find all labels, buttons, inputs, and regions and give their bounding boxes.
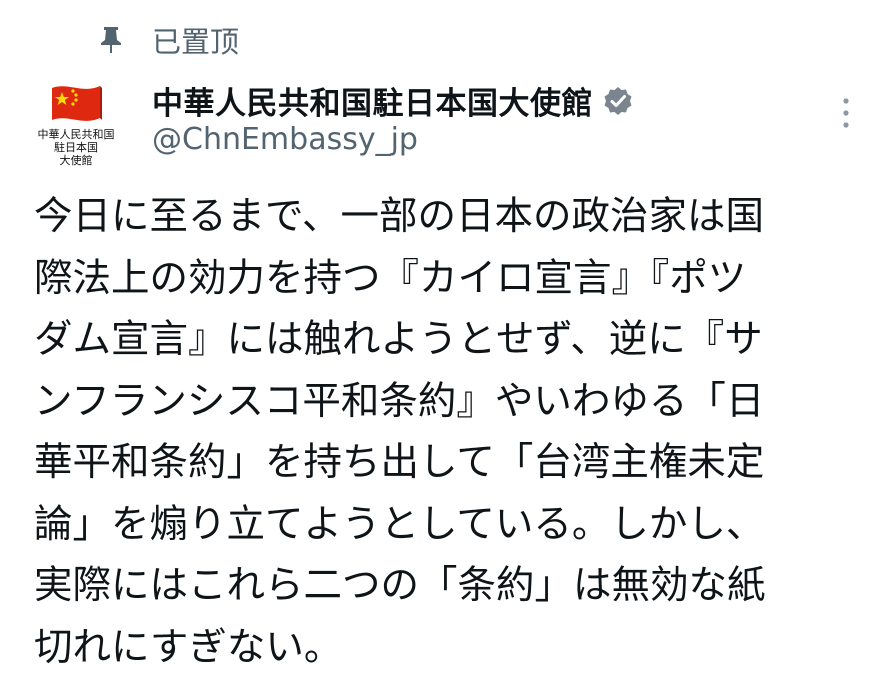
display-name[interactable]: 中華人民共和国駐日本国大使館 <box>152 78 593 123</box>
pinned-indicator: 已置顶 <box>98 20 239 60</box>
avatar-caption-line: 駐日本国 <box>28 141 124 154</box>
tweet-text-line: ンフランシスコ平和条約』やいわゆる「日 <box>34 371 864 433</box>
avatar-caption-line: 大使館 <box>28 154 124 167</box>
account-name-row[interactable]: 中華人民共和国駐日本国大使館 <box>152 78 633 123</box>
tweet-text-line: 華平和条約」を持ち出して「台湾主権未定 <box>34 432 864 494</box>
avatar[interactable]: 中華人民共和国 駐日本国 大使館 <box>28 74 124 174</box>
more-options-icon[interactable] <box>838 96 854 130</box>
account-handle[interactable]: @ChnEmbassy_jp <box>152 122 418 157</box>
avatar-caption: 中華人民共和国 駐日本国 大使館 <box>28 128 124 167</box>
tweet-text-line: 際法上の効力を持つ『カイロ宣言』『ポツ <box>34 248 864 310</box>
pinned-label: 已置顶 <box>152 19 239 61</box>
avatar-caption-line: 中華人民共和国 <box>28 128 124 141</box>
tweet-text-line: 論」を煽り立てようとしている。しかし、 <box>34 494 864 556</box>
verified-badge-icon[interactable] <box>603 86 633 116</box>
tweet-body: 今日に至るまで、一部の日本の政治家は国 際法上の効力を持つ『カイロ宣言』『ポツ … <box>34 186 864 678</box>
tweet-text-line: 今日に至るまで、一部の日本の政治家は国 <box>34 186 864 248</box>
china-flag-icon <box>48 80 104 130</box>
tweet-text-line: 実際にはこれら二つの「条約」は無効な紙 <box>34 555 864 617</box>
tweet-text-line: ダム宣言』には触れようとせず、逆に『サ <box>34 309 864 371</box>
pin-icon <box>98 25 124 55</box>
